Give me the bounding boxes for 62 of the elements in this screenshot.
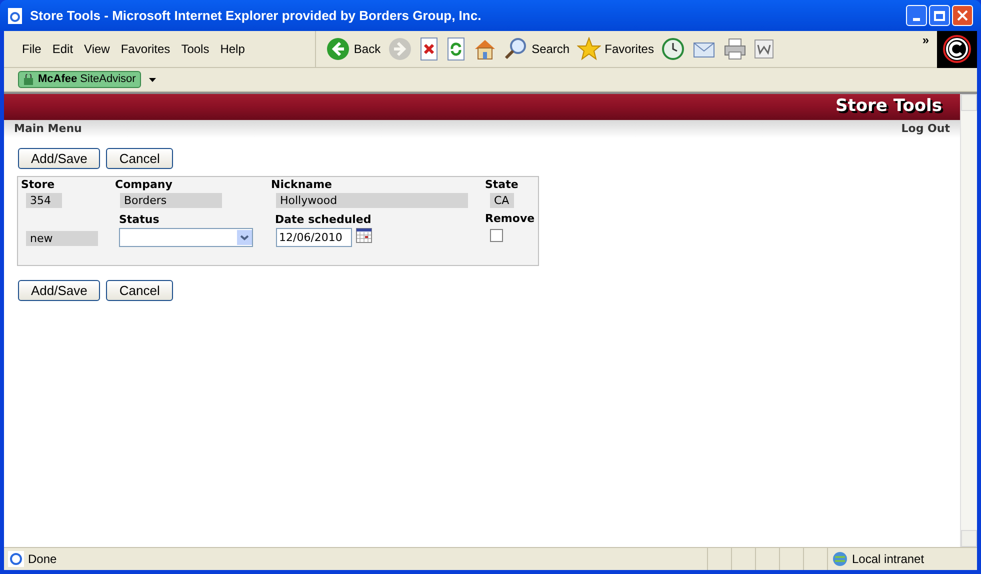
store-value: 354 bbox=[26, 193, 62, 208]
logo-icon bbox=[937, 30, 977, 68]
field-label: Remove bbox=[485, 212, 536, 227]
star-icon bbox=[576, 37, 601, 61]
field-label: Store bbox=[21, 178, 56, 193]
toolbar-button[interactable] bbox=[418, 37, 439, 61]
nickname-value: Hollywood bbox=[276, 193, 468, 208]
close-icon bbox=[957, 10, 968, 21]
status-select[interactable] bbox=[119, 228, 253, 247]
maximize-button[interactable] bbox=[929, 5, 950, 26]
toolbar-button[interactable] bbox=[472, 37, 497, 61]
toolbar-button[interactable]: Favorites bbox=[576, 37, 654, 61]
stop-icon bbox=[418, 37, 439, 61]
menu-item[interactable]: Favorites bbox=[120, 40, 170, 58]
menu-item[interactable]: Help bbox=[220, 40, 245, 58]
menu-item[interactable]: Edit bbox=[52, 40, 74, 58]
minimize-button[interactable] bbox=[906, 5, 927, 26]
addon-button[interactable]: McAfee SiteAdvisor bbox=[18, 71, 141, 88]
search-icon bbox=[504, 37, 528, 61]
field-label: Status bbox=[119, 213, 160, 226]
nav-link[interactable]: Main Menu bbox=[14, 120, 82, 138]
zone-text: Local intranet bbox=[852, 551, 924, 568]
state-value: CA bbox=[490, 193, 514, 208]
page-button[interactable]: Add/Save bbox=[18, 280, 100, 301]
close-button[interactable] bbox=[952, 5, 973, 26]
status-text: Done bbox=[28, 551, 58, 568]
printer-icon bbox=[722, 37, 747, 61]
toolbar-button[interactable] bbox=[446, 37, 466, 61]
calendar-icon[interactable] bbox=[356, 228, 372, 243]
toolbar-button[interactable] bbox=[722, 37, 747, 61]
toolbar-button[interactable]: Back bbox=[326, 37, 381, 61]
menu-item[interactable]: Tools bbox=[181, 40, 210, 58]
page-button[interactable]: Cancel bbox=[106, 148, 173, 169]
document-icon bbox=[754, 39, 774, 59]
page-button[interactable]: Cancel bbox=[106, 280, 173, 301]
page-title: Store Tools bbox=[835, 95, 942, 118]
refresh-icon bbox=[446, 37, 466, 61]
clock-icon bbox=[660, 37, 685, 61]
toolbar-button[interactable] bbox=[660, 37, 685, 61]
nav-link[interactable]: Log Out bbox=[901, 120, 950, 138]
remove-checkbox[interactable] bbox=[490, 229, 503, 242]
menu-item[interactable]: View bbox=[84, 40, 110, 58]
dropdown-caret-icon[interactable] bbox=[148, 78, 156, 82]
field-label: Nickname bbox=[271, 178, 333, 193]
globe-icon bbox=[832, 551, 848, 567]
menu-item[interactable]: File bbox=[22, 40, 42, 58]
lock-icon bbox=[23, 74, 34, 85]
type-value: new bbox=[26, 231, 98, 246]
window-title: Store Tools - Microsoft Internet Explorer provided by Borders Group, Inc. bbox=[30, 6, 482, 25]
toolbar-button[interactable]: Search bbox=[504, 37, 570, 61]
browser-logo-icon bbox=[8, 8, 22, 24]
field-label: Company bbox=[115, 178, 174, 193]
toolbar-button[interactable] bbox=[754, 39, 774, 59]
scrollbar[interactable] bbox=[960, 94, 977, 547]
house-icon bbox=[472, 37, 497, 61]
field-label: State bbox=[485, 178, 520, 193]
field-label: Date scheduled bbox=[275, 213, 372, 226]
page-icon bbox=[8, 551, 24, 567]
page-button[interactable]: Add/Save bbox=[18, 148, 100, 169]
chevron[interactable]: » bbox=[922, 31, 929, 49]
date-field[interactable]: 12/06/2010 bbox=[276, 228, 352, 247]
company-value: Borders bbox=[120, 193, 222, 208]
